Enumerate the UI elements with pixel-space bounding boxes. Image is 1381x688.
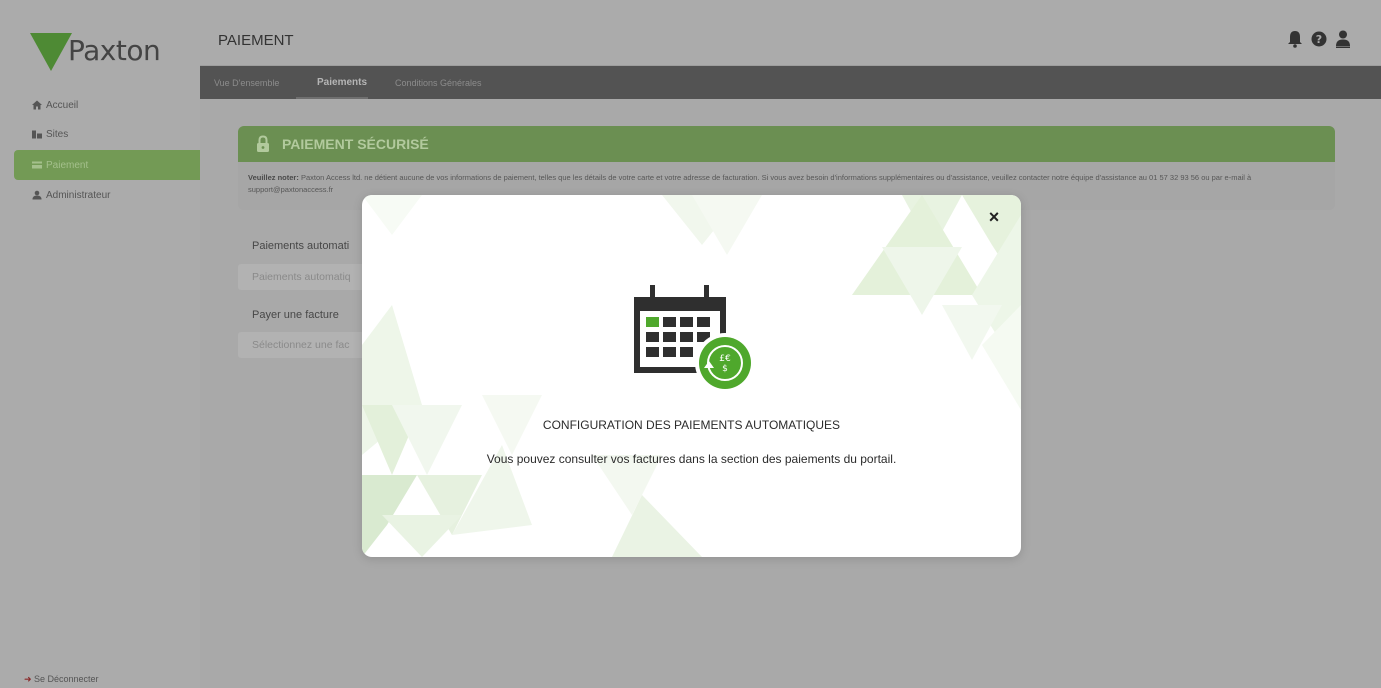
invoice-select[interactable]: Sélectionnez une fac xyxy=(238,332,368,358)
header-icons: ? xyxy=(1287,30,1351,48)
pay-invoice-label: Payer une facture xyxy=(252,309,339,321)
sidebar-item-accueil[interactable]: Accueil xyxy=(14,92,200,118)
svg-text:?: ? xyxy=(1316,33,1322,46)
modal-message: Vous pouvez consulter vos factures dans … xyxy=(486,452,897,466)
close-icon[interactable]: × xyxy=(984,207,1004,227)
auto-payments-label: Paiements automati xyxy=(252,240,350,252)
secure-payment-note: Veuillez noter: Paxton Access ltd. ne dé… xyxy=(238,162,1335,196)
logout-link[interactable]: ➜ Se Déconnecter xyxy=(24,674,99,684)
page-title: PAIEMENT xyxy=(218,32,294,49)
logo-text: Paxton xyxy=(68,34,161,67)
sidebar-item-paiement[interactable]: Paiement xyxy=(14,150,200,180)
sidebar-item-label: Sites xyxy=(46,128,69,140)
sidebar-item-label: Administrateur xyxy=(46,189,111,201)
auto-payments-select[interactable]: Paiements automatiq xyxy=(238,264,368,290)
dollar-symbol: $ xyxy=(722,364,728,374)
account-icon[interactable] xyxy=(1335,30,1351,48)
card-icon xyxy=(32,161,42,169)
bell-icon[interactable] xyxy=(1287,30,1303,48)
sidebar-item-sites[interactable]: Sites xyxy=(14,121,200,147)
modal-title: CONFIGURATION DES PAIEMENTS AUTOMATIQUES xyxy=(542,418,841,432)
help-icon[interactable]: ? xyxy=(1311,30,1327,48)
logout-label: Se Déconnecter xyxy=(34,674,99,684)
secure-payment-title: PAIEMENT SÉCURISÉ xyxy=(282,136,429,152)
tab-vue-ensemble[interactable]: Vue D'ensemble xyxy=(214,78,279,88)
tab-bar: Vue D'ensemble Paiements Conditions Géné… xyxy=(200,66,1381,99)
sidebar-item-label: Paiement xyxy=(46,159,89,171)
active-tab-indicator xyxy=(296,97,368,99)
tab-paiements[interactable]: Paiements xyxy=(317,77,367,88)
calendar-recurring-payment-icon: £€ $ xyxy=(634,285,752,393)
sidebar-item-administrateur[interactable]: Administrateur xyxy=(14,182,200,208)
paxton-logo[interactable]: Paxton xyxy=(30,30,180,74)
secure-payment-header: PAIEMENT SÉCURISÉ xyxy=(238,126,1335,162)
note-bold: Veuillez noter: xyxy=(248,173,299,182)
logo-triangle-icon xyxy=(30,33,72,71)
logout-icon: ➜ xyxy=(24,674,32,684)
tab-conditions-generales[interactable]: Conditions Générales xyxy=(395,78,482,88)
top-bar: PAIEMENT ? xyxy=(200,0,1381,66)
currency-symbols: £€ xyxy=(719,354,731,364)
sidebar: Paxton Accueil Sites Paiement Administra… xyxy=(0,0,200,688)
home-icon xyxy=(32,100,42,110)
lock-icon xyxy=(257,135,269,152)
note-text: Paxton Access ltd. ne détient aucune de … xyxy=(248,173,1252,194)
auto-payment-modal: × £€ $ CONFIGURATION DES PAIEMENTS AUTOM… xyxy=(362,195,1021,557)
sidebar-item-label: Accueil xyxy=(46,99,79,111)
user-icon xyxy=(32,190,42,200)
building-icon xyxy=(32,130,42,139)
